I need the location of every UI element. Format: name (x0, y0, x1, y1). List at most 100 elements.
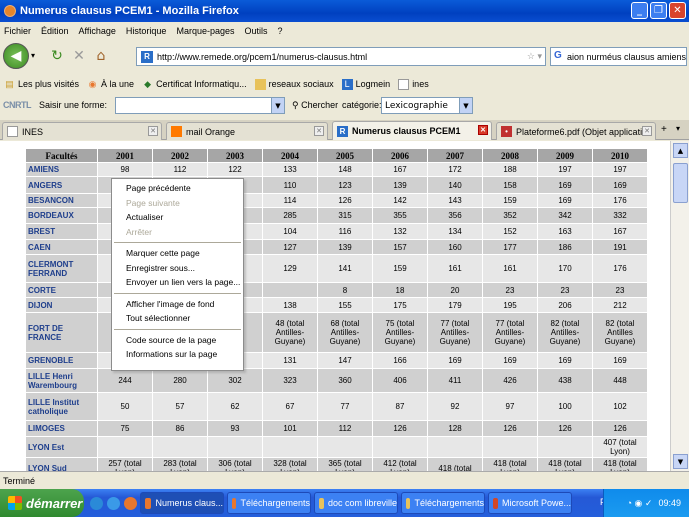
value-cell: 23 (482, 282, 538, 298)
value-cell: 323 (262, 368, 318, 393)
chercher-button[interactable]: ⚲ Chercher (292, 100, 338, 111)
menu-item-marquer[interactable]: Marquer cette page (112, 246, 243, 261)
url-bar[interactable]: R http://www.remede.org/pcem1/numerus-cl… (136, 47, 546, 66)
maximize-button[interactable]: ❐ (650, 2, 667, 19)
desktop-icon[interactable] (90, 496, 103, 510)
menu-item-actualiser[interactable]: Actualiser (112, 210, 243, 225)
value-cell: 138 (262, 297, 318, 313)
scrollbar-thumb[interactable] (673, 163, 688, 203)
c2i-icon: ◆ (144, 78, 152, 89)
task-doc-com-libreville[interactable]: doc com libreville (314, 492, 398, 514)
value-cell: 418 (total Lyon) (592, 457, 648, 471)
menu-marque-pages[interactable]: Marque-pages (176, 26, 234, 36)
tab-ines[interactable]: INES ✕ (2, 122, 162, 140)
close-button[interactable]: ✕ (669, 2, 686, 19)
dropdown-arrow-icon[interactable]: ▼ (459, 98, 472, 113)
windows-taskbar: démarrer Numerus claus... Téléchargement… (0, 489, 689, 517)
menu-item-page-suivante: Page suivante (126, 197, 180, 208)
start-button[interactable]: démarrer (0, 489, 84, 517)
tab-numerus-clausus[interactable]: R Numerus clausus PCEM1 ✕ (332, 121, 492, 140)
new-tab-icon[interactable]: + (661, 124, 667, 135)
menu-edition[interactable]: Édition (41, 26, 69, 36)
bookmark-a-la-une[interactable]: ◉ À la une (87, 79, 134, 90)
value-cell: 8 (317, 282, 373, 298)
bookmark-reseaux-sociaux[interactable]: reseaux sociaux (254, 78, 334, 90)
stop-icon[interactable]: ✕ (71, 48, 87, 64)
value-cell: 328 (total Lyon) (262, 457, 318, 471)
menu-fichier[interactable]: Fichier (4, 26, 31, 36)
tab-close-icon[interactable]: ✕ (478, 125, 488, 135)
value-cell: 188 (482, 162, 538, 177)
reload-icon[interactable]: ↻ (49, 48, 65, 64)
tab-mail-orange[interactable]: mail Orange ✕ (166, 122, 328, 140)
menu-outils[interactable]: Outils (245, 26, 268, 36)
value-cell: 356 (427, 207, 483, 224)
value-cell: 122 (207, 162, 263, 177)
menu-item-afficher-image[interactable]: Afficher l'image de fond (112, 297, 243, 312)
value-cell: 186 (537, 239, 593, 255)
value-cell: 128 (427, 420, 483, 437)
categorie-select[interactable]: Lexicographie ▼ (381, 97, 473, 114)
google-icon: G (554, 49, 562, 61)
orange-icon (171, 126, 182, 137)
bookmark-folder-icon: ▤ (5, 78, 14, 89)
bookmark-certificat[interactable]: ◆ Certificat Informatiqu... (142, 79, 247, 90)
value-cell: 280 (152, 368, 208, 393)
task-powerpoint[interactable]: Microsoft Powe... (488, 492, 572, 514)
saisir-input[interactable]: ▼ (115, 97, 285, 114)
value-cell: 418 (total Lyon) (482, 457, 538, 471)
tab-close-icon[interactable]: ✕ (148, 126, 158, 136)
task-telechargements-1[interactable]: Téléchargements (227, 492, 311, 514)
bookmark-most-visited[interactable]: ▤ Les plus visités (4, 79, 79, 90)
value-cell: 212 (592, 297, 648, 313)
value-cell: 197 (537, 162, 593, 177)
scroll-up-arrow[interactable]: ▲ (673, 143, 688, 158)
site-favicon: R (141, 50, 153, 63)
value-cell: 407 (total Lyon) (592, 436, 648, 458)
value-cell (427, 436, 483, 458)
menu-help[interactable]: ? (278, 26, 283, 36)
menu-item-code-source[interactable]: Code source de la page (112, 333, 243, 348)
menu-affichage[interactable]: Affichage (79, 26, 116, 36)
firefox-icon[interactable] (124, 496, 137, 510)
value-cell: 129 (262, 254, 318, 283)
menu-item-informations[interactable]: Informations sur la page (112, 347, 243, 362)
value-cell: 139 (317, 239, 373, 255)
tab-close-icon[interactable]: ✕ (642, 126, 652, 136)
value-cell: 23 (592, 282, 648, 298)
value-cell: 20 (427, 282, 483, 298)
menu-item-enregistrer[interactable]: Enregistrer sous... (112, 261, 243, 276)
task-numerus-clausus[interactable]: Numerus claus... (140, 492, 224, 514)
faculty-cell: LYON Est (25, 436, 98, 458)
binoculars-icon: ⚲ (292, 99, 302, 110)
menu-separator (114, 292, 241, 294)
tab-plateforme6[interactable]: • Plateforme6.pdf (Objet application/pdf… (496, 122, 656, 140)
minimize-button[interactable]: _ (631, 2, 648, 19)
tray-icons[interactable]: ◔ ◉ ✓ (627, 498, 653, 509)
history-dropdown-icon[interactable]: ▾ (31, 51, 43, 61)
task-telechargements-2[interactable]: Téléchargements (401, 492, 485, 514)
table-row: LYON Sud257 (total Lyon)283 (total Lyon)… (25, 457, 648, 471)
bookmark-ines[interactable]: ines (398, 78, 429, 90)
vertical-scrollbar[interactable]: ▲ ▼ (670, 141, 689, 471)
value-cell: 57 (152, 392, 208, 421)
tab-list-icon[interactable]: ▾ (676, 124, 680, 133)
ie-icon[interactable] (107, 496, 120, 510)
scroll-down-arrow[interactable]: ▼ (673, 454, 688, 469)
menu-item-envoyer-lien[interactable]: Envoyer un lien vers la page... (112, 275, 243, 290)
menu-item-page-precedente[interactable]: Page précédente (112, 181, 243, 196)
back-button[interactable]: ◀ (3, 43, 29, 69)
tab-close-icon[interactable]: ✕ (314, 126, 324, 136)
value-cell: 167 (592, 223, 648, 240)
bookmarks-toolbar: ▤ Les plus visités ◉ À la une ◆ Certificat … (0, 74, 689, 94)
home-icon[interactable]: ⌂ (93, 48, 109, 64)
bookmark-logmein[interactable]: L Logmein (341, 78, 390, 90)
dropdown-arrow-icon[interactable]: ▼ (271, 98, 284, 113)
search-input[interactable]: G aion nurméus clausus amiens (550, 47, 687, 66)
bookmark-star-icon[interactable]: ☆ ▾ (527, 51, 542, 62)
value-cell: 406 (372, 368, 428, 393)
menu-historique[interactable]: Historique (126, 26, 167, 36)
table-row: LIMOGES 75 86 93 101 112 126 128 126 126 126 (25, 420, 648, 437)
menu-item-tout-selectionner[interactable]: Tout sélectionner (112, 311, 243, 326)
value-cell: 139 (372, 176, 428, 194)
